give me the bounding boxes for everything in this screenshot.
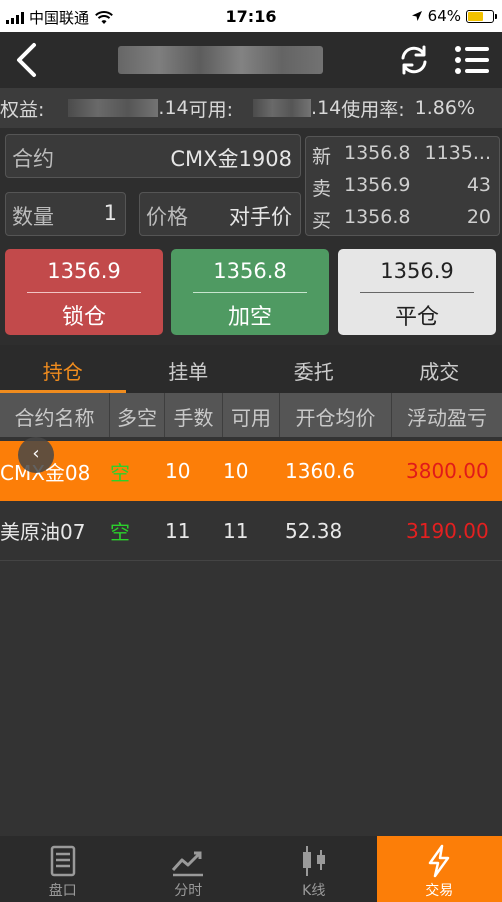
location-arrow-icon [411, 11, 422, 21]
candlestick-icon [302, 846, 325, 876]
col-avg-price: 开仓均价 [280, 393, 392, 437]
quote-box: 新 1356.8 1135... 卖 1356.9 43 买 1356.8 20 [305, 136, 500, 236]
close-label: 平仓 [394, 305, 439, 330]
positions-table-header: 合约名称 多空 手数 可用 开仓均价 浮动盈亏 [0, 393, 502, 437]
tabbar-label: 盘口 [48, 883, 77, 899]
lock-price: 1356.9 [47, 259, 121, 283]
refresh-icon[interactable] [398, 44, 430, 76]
available-tail: .14 [311, 97, 342, 119]
usage-value: 1.86% [414, 97, 476, 119]
lightning-icon [429, 844, 450, 878]
row-contract: 美原油07 [0, 520, 86, 544]
row-lots: 11 [165, 518, 191, 543]
quote-row-bid: 买 1356.8 20 [312, 206, 491, 232]
close-position-button[interactable]: 1356.9 平仓 [338, 249, 496, 335]
battery-icon [466, 9, 497, 23]
col-contract-name: 合约名称 [0, 393, 110, 437]
price-type-field[interactable]: 价格 对手价 [139, 192, 301, 236]
quote-row-last: 新 1356.8 1135... [312, 142, 491, 168]
back-icon[interactable] [12, 42, 42, 78]
status-bar: 中国联通 17:16 64% [0, 0, 502, 32]
status-right: 64% [411, 7, 497, 25]
account-summary: 权益: .14 可用: .14 使用率: 1.86% [0, 88, 502, 128]
usage-label: 使用率: [341, 98, 405, 121]
row-avg-price: 1360.6 [285, 459, 355, 483]
add-short-label: 加空 [227, 305, 272, 330]
quote-row-ask: 卖 1356.9 43 [312, 174, 491, 200]
add-short-button[interactable]: 1356.8 加空 [171, 249, 329, 335]
quantity-field[interactable]: 数量 1 [5, 192, 126, 236]
tabbar-item-orderbook[interactable]: 盘口 [0, 836, 126, 902]
add-short-price: 1356.8 [213, 259, 287, 283]
row-direction: 空 [110, 460, 130, 485]
price-type-value: 对手价 [229, 205, 292, 229]
tabbar-item-trade[interactable]: 交易 [376, 836, 502, 902]
col-direction: 多空 [110, 393, 165, 437]
col-floating-pnl: 浮动盈亏 [407, 406, 487, 430]
row-floating-pnl: 3800.00 [406, 459, 489, 483]
account-title-redacted [118, 46, 323, 74]
list-icon [50, 845, 75, 877]
lock-label: 锁仓 [61, 305, 106, 330]
row-available: 11 [223, 518, 249, 543]
collapse-chevron-icon[interactable]: ‹ [18, 437, 54, 473]
bottom-tab-bar: 盘口 分时 K线 交易 [0, 836, 502, 902]
quantity-label: 数量 [12, 205, 54, 229]
quantity-value: 1 [103, 201, 117, 225]
contract-label: 合约 [12, 147, 54, 171]
tab-trades[interactable]: 成交 [377, 345, 502, 393]
close-price: 1356.9 [380, 259, 454, 283]
tabbar-label: K线 [302, 883, 326, 899]
tab-pending[interactable]: 挂单 [126, 345, 252, 393]
equity-tail: .14 [158, 97, 189, 119]
equity-redacted [68, 99, 159, 117]
equity-label: 权益: [0, 98, 45, 121]
battery-percent: 64% [427, 7, 461, 25]
table-row[interactable]: CMX金08 空 10 10 1360.6 3800.00 [0, 441, 502, 501]
order-panel: 合约 CMX金1908 数量 1 价格 对手价 新 1356.8 1135...… [0, 128, 502, 345]
available-label: 可用: [188, 98, 234, 121]
tabbar-item-kline[interactable]: K线 [251, 836, 377, 902]
col-lots: 手数 [165, 393, 223, 437]
row-floating-pnl: 3190.00 [406, 518, 489, 543]
tabbar-label: 交易 [425, 883, 454, 899]
nav-bar [0, 32, 502, 88]
price-label: 价格 [146, 205, 188, 229]
tabbar-item-intraday[interactable]: 分时 [126, 836, 252, 902]
line-chart-icon [172, 851, 204, 877]
tabbar-label: 分时 [174, 883, 203, 899]
available-redacted [253, 99, 312, 117]
table-row[interactable]: 美原油07 空 11 11 52.38 3190.00 [0, 501, 502, 561]
order-tabs: 持仓 挂单 委托 成交 [0, 345, 502, 393]
tab-positions[interactable]: 持仓 [0, 345, 126, 393]
col-available: 可用 [223, 393, 280, 437]
tab-orders[interactable]: 委托 [251, 345, 377, 393]
add-short-divider [193, 292, 307, 293]
contract-field[interactable]: 合约 CMX金1908 [5, 134, 301, 178]
row-avg-price: 52.38 [285, 518, 343, 543]
contract-value: CMX金1908 [170, 147, 292, 171]
row-direction: 空 [110, 520, 130, 544]
lock-position-button[interactable]: 1356.9 锁仓 [5, 249, 163, 335]
lock-divider [27, 292, 141, 293]
row-contract: CMX金08 [0, 460, 91, 485]
row-available: 10 [223, 459, 249, 483]
menu-list-icon[interactable] [454, 44, 490, 76]
close-divider [360, 292, 474, 293]
row-lots: 10 [165, 459, 191, 483]
